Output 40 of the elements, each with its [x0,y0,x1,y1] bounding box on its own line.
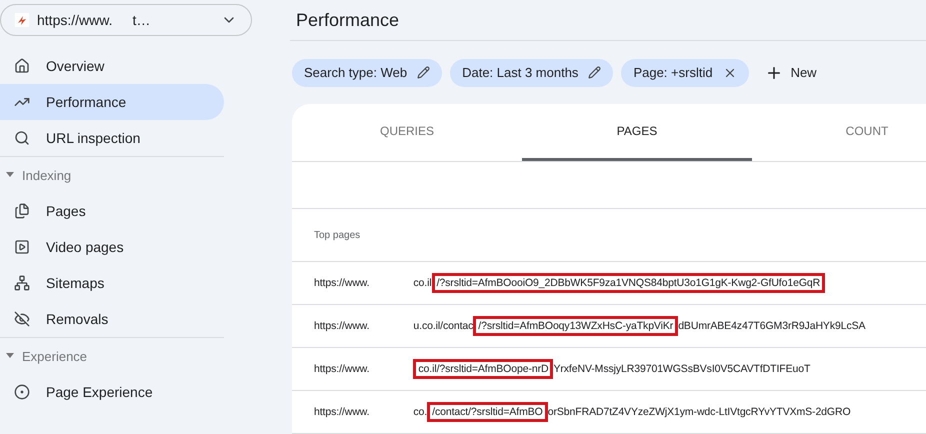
nav-item[interactable]: Performance [0,84,224,120]
report-tab[interactable]: COUNT [752,104,926,161]
nav-item[interactable]: Overview [0,48,224,84]
highlight-annotation: /?srsltid=AfmBOooiO9_2DBbWK5F9za1VNQS84bptU3o1G1gK-Kwg2-GfUfo1eGqR [432,273,826,293]
property-selector[interactable]: https://www. t… [0,4,252,36]
table-row[interactable]: https://www. co.il /?srsltid=AfmBOooiO9_2DBbWK5F9za1VNQS84bptU3o1G1gK-Kwg2-GfUfo1eGqR [292,262,926,305]
site-logo-icon [15,13,29,27]
circle-icon [14,384,30,400]
search-icon [14,130,30,146]
page-title: Performance [290,0,926,42]
video-play-icon [14,239,30,255]
filter-chip[interactable]: Page: +srsltid [621,58,749,87]
filter-chip[interactable]: Search type: Web [292,58,442,87]
table-row[interactable]: https://www. co.il/?srsltid=AfmBOope-nrD YrxfeNV-MssjyLR39701WGSsBVsI0V5CAVTfDTIFEuoT [292,348,926,391]
filter-chip[interactable]: Date: Last 3 months [450,58,614,87]
eye-off-icon [14,311,30,327]
home-icon [14,58,30,74]
caret-icon [6,353,14,359]
pencil-icon [588,66,602,80]
nav-item[interactable]: Removals [0,301,224,337]
report-tab[interactable]: PAGES [522,104,752,161]
pencil-icon [417,66,430,80]
pages-icon [14,203,30,219]
highlight-annotation: /contact/?srsltid=AfmBO [427,402,548,422]
nav-item[interactable]: Page Experience [0,374,224,410]
highlight-annotation: co.il/?srsltid=AfmBOope-nrD [413,359,554,379]
nav-item[interactable]: Sitemaps [0,265,224,301]
caret-icon [6,172,14,178]
highlight-annotation: /?srsltid=AfmBOoqy13WZxHsC-yaTkpViKr [473,316,678,336]
column-header: Top pages [292,209,926,262]
nav-item[interactable]: Pages [0,193,224,229]
sitemap-icon [14,275,30,291]
nav-item[interactable]: Video pages [0,229,224,265]
table-row[interactable]: https://www. co. /contact/?srsltid=AfmBO orSbnFRAD7tZ4VYzeZWjX1ym-wdc-LtIVtgcRYvYTVXmS-2dGRO [292,391,926,434]
new-filter-button[interactable]: New [756,64,825,82]
nav-section-header[interactable]: Indexing [0,156,224,193]
report-tab[interactable]: QUERIES [292,104,522,161]
nav-item[interactable]: URL inspection [0,120,224,156]
table-row[interactable]: https://www. u.co.il/contac /?srsltid=AfmBOoqy13WZxHsC-yaTkpViKr dBUmrABE4z47T6GM3rR9JaHYk9LcSA [292,305,926,348]
nav-section-header[interactable]: Experience [0,337,224,374]
